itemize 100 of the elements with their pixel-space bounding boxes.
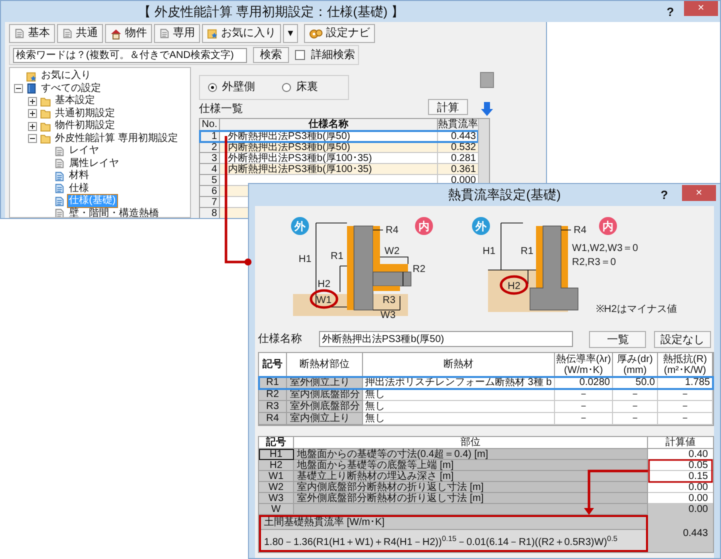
spec-name-field[interactable]: 外断熱押出法PS3種b(厚50) [318,331,574,347]
star-folder-icon [26,70,37,82]
search-field[interactable]: 検索ワードは？(複数可。＆付きでAND検索文字) [13,48,247,62]
radio-label: 床裏 [296,80,318,96]
close-button[interactable]: × [684,1,718,16]
document-icon [14,28,25,39]
table-cell: 外断熱押出法PS3種b(厚100･35) [228,153,372,164]
table-cell: 0.000 [450,175,476,186]
tree-item[interactable]: 共通初期設定 [54,108,116,120]
badge-label: 内 [602,221,614,233]
tree-item[interactable]: 属性レイヤ [68,158,120,170]
folder-icon [40,120,51,132]
radio-label: 外壁側 [222,80,255,96]
tree-item[interactable]: 基本設定 [54,95,96,108]
folder-icon [40,96,51,107]
diagram-label: H1 [298,254,312,265]
diagram-label: R2 [412,264,426,275]
table-cell[interactable]: H1 [259,449,294,460]
table-cell[interactable]: W3 [259,493,294,504]
table-cell: R1 [259,377,287,389]
side-badge [291,217,309,235]
close-button[interactable]: × [682,185,716,201]
tree-item[interactable]: すべての設定 [40,82,102,95]
expand-toggle-icon[interactable] [28,122,37,131]
row-number: 5 [200,175,220,186]
book-icon [26,83,37,94]
value-cell[interactable]: 0.00 [648,493,713,504]
table-row[interactable]: 4 内断熱押出法PS3種b(厚100･35) 0.361 [200,164,478,175]
radio-button[interactable] [208,83,217,92]
table-row[interactable]: 3 外断熱押出法PS3種b(厚100･35) 0.281 [200,153,478,164]
star-folder-icon [207,28,218,39]
dropdown-button[interactable]: ▼ [283,24,298,43]
diagram-label: W2 [384,246,400,257]
house-icon [110,28,122,40]
table-row[interactable]: R4 室内側立上り 無し － － － [259,413,713,425]
tree-item[interactable]: 仕様 [68,182,90,195]
dialog-button[interactable]: 設定なし [654,330,711,348]
tree-item[interactable]: お気に入り [40,70,92,82]
value-cell[interactable]: 0.40 [648,449,713,460]
diagram-label: R1 [520,246,534,257]
formula-text: 1.80－1.36(R1(H1＋W1)＋R4(H1－H2))$^{0.15}$－0.01(6.14－R1)((R2＋0.5R3)W)$^{0.5}$ [261,530,646,550]
toolbar-button[interactable]: 共通 [57,24,103,43]
row-number: 7 [200,197,220,208]
row-number: 3 [200,153,220,164]
table-row[interactable]: R3 室外側底盤部分 無し － － － [259,401,713,413]
badge-label: 内 [418,221,430,233]
calculate-button[interactable]: 計算 [428,99,468,115]
table-cell: 地盤面からの基礎等の寸法(0.4超＝0.4) [m] [294,449,648,460]
help-button[interactable]: ? [660,186,668,204]
table-cell: R4 [259,413,287,425]
diagram-label: W3 [380,310,396,321]
table-cell[interactable]: W [259,504,294,515]
checkbox[interactable] [295,50,305,60]
badge-label: 外 [476,221,486,233]
diagram-label: W1 [316,295,332,306]
toolbar-button[interactable]: 設定ナビ [304,24,375,43]
collapse-toggle-icon[interactable] [28,134,37,144]
diagram-label: R4 [386,225,398,236]
value-cell[interactable]: 0.00 [648,482,713,493]
field-label: 仕様名称 [258,332,303,347]
diagram-label: R2,R3＝0 [572,257,616,268]
table-cell[interactable]: H2 [259,460,294,471]
side-badge [472,217,490,235]
table-cell: － [613,401,658,413]
value-cell[interactable]: 0.15 [648,471,713,482]
help-button[interactable]: ? [666,2,674,20]
table-cell: － [613,389,658,401]
toolbar-button[interactable]: 専用 [154,24,200,43]
table-cell: 0.281 [450,153,476,164]
row-number: 6 [200,186,220,197]
table-cell: 無し [363,389,555,401]
document-icon [159,28,170,39]
table-cell[interactable]: W2 [259,482,294,493]
table-cell[interactable]: W1 [259,471,294,482]
expand-toggle-icon[interactable] [28,109,37,118]
expand-toggle-icon[interactable] [28,96,37,106]
diagram-label: W1,W2,W3＝0 [572,243,638,254]
down-arrow-icon[interactable] [480,101,494,117]
slab-section-drawing [372,264,412,291]
tree-item[interactable]: 物件初期設定 [54,120,116,132]
document-icon [54,208,65,217]
tree-item[interactable]: 材料 [68,170,90,182]
tree-item[interactable]: 外皮性能計算 専用初期設定 [54,132,179,145]
toolbar-button[interactable]: 物件 [105,24,152,43]
table-cell: 1.785 [658,377,713,389]
dialog-button[interactable]: 一覧 [589,330,646,348]
side-badge [599,217,617,235]
document-icon [62,28,73,39]
collapse-toggle-icon[interactable] [14,84,23,94]
toolbar-button[interactable]: お気に入り [202,24,281,43]
value-cell: 0.00 [648,504,713,515]
toolbar-button[interactable]: 基本 [9,24,55,43]
search-button[interactable]: 検索 [253,47,289,63]
diagram-label: R3 [382,295,396,306]
table-cell: － [658,401,713,413]
radio-button[interactable] [282,83,291,92]
table-cell: 0.361 [450,164,476,175]
color-swatch[interactable] [480,72,494,88]
document-icon [54,146,65,157]
tree-item[interactable]: レイヤ [68,145,100,158]
